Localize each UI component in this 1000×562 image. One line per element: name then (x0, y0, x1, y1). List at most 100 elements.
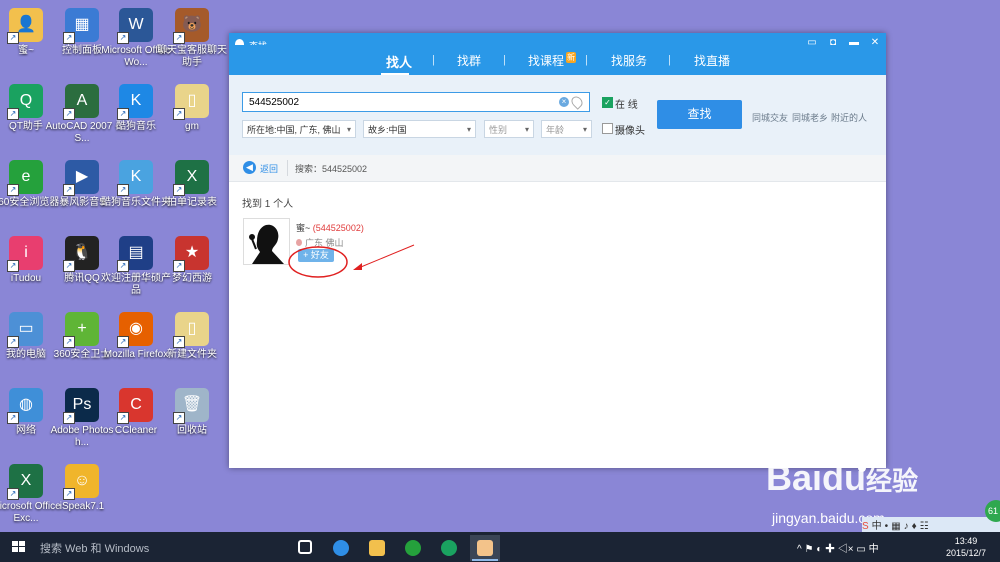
desktop-app-icon: + ↗ (63, 312, 99, 348)
result-nickname: 蜜~ (296, 223, 311, 233)
system-tray[interactable]: ^ ⚑ ◐ ✚ ◁× ▭ 中 (797, 540, 879, 555)
ime-settings-icon[interactable]: ☷ (920, 521, 929, 532)
hometown-dropdown[interactable]: 故乡:中国 ▾ (363, 120, 476, 138)
online-label: 在 线 (615, 100, 638, 111)
location-dropdown[interactable]: 所在地:中国, 广东, 佛山 ▾ (242, 120, 356, 138)
windows-start-icon[interactable] (12, 541, 26, 553)
shortcut-arrow-icon: ↗ (173, 336, 185, 348)
desktop-icon[interactable]: X ↗ 拍单记录表 (154, 160, 230, 209)
desktop-icon[interactable]: 🗑 ↗ 回收站 (154, 388, 230, 437)
new-badge: 新 (566, 52, 577, 63)
shortcut-arrow-icon: ↗ (173, 184, 185, 196)
search-crumb: 搜索：544525002 (295, 162, 367, 175)
tab-bar: 找人 | 找群 | 找课程新 | 找服务 | 找直播 (229, 45, 886, 75)
360-browser-icon[interactable] (398, 535, 428, 561)
camera-checkbox[interactable] (602, 123, 613, 134)
online-checkbox[interactable]: ✓ (602, 97, 613, 108)
shortcut-arrow-icon: ↗ (117, 108, 129, 120)
hometown-value: 故乡:中国 (368, 125, 407, 135)
desktop-app-icon: ▦ ↗ (63, 8, 99, 44)
ime-punct-icon[interactable]: • (885, 521, 889, 532)
desktop-icon[interactable]: ▯ ↗ gm (154, 84, 230, 133)
watermark-brand: Bai (766, 457, 823, 498)
chevron-down-icon: ▾ (582, 125, 587, 134)
link-nearby-people[interactable]: 附近的人 (831, 111, 867, 124)
desktop-icon-label: iSpeak7.1 (59, 501, 105, 512)
chevron-down-icon: ▾ (466, 125, 471, 134)
tab-find-people[interactable]: 找人 (386, 52, 412, 71)
ime-chinese-icon[interactable]: 中 (872, 521, 882, 532)
desktop-app-icon: 👤 ↗ (7, 8, 43, 44)
desktop-icon-label: 新建文件夹 (167, 349, 217, 360)
search-crumb-query: 544525002 (322, 164, 368, 174)
shortcut-arrow-icon: ↗ (7, 108, 19, 120)
shortcut-arrow-icon: ↗ (63, 336, 75, 348)
taskbar-search-input[interactable]: 搜索 Web 和 Windows (40, 540, 149, 556)
clear-icon[interactable]: × (559, 97, 569, 107)
desktop-icon[interactable]: 🐻 ↗ 聊天宝客服聊天助手 (154, 8, 230, 69)
desktop-app-icon: 🗑 ↗ (173, 388, 209, 424)
sogou-icon[interactable]: S (862, 521, 869, 532)
gender-dropdown[interactable]: 性别 ▾ (484, 120, 534, 138)
shortcut-arrow-icon: ↗ (173, 412, 185, 424)
clock[interactable]: 13:49 2015/12/7 (946, 535, 986, 559)
ime-keyboard-icon[interactable]: ▦ (891, 521, 900, 532)
baidu-watermark: Baidu经验 (766, 457, 918, 499)
ime-skin-icon[interactable]: ♪ (904, 521, 909, 532)
tab-separator: | (432, 54, 435, 66)
qt-assistant-icon[interactable] (434, 535, 464, 561)
gender-value: 性别 (489, 125, 508, 135)
shortcut-arrow-icon: ↗ (117, 32, 129, 44)
watermark-suffix: 经验 (866, 466, 919, 496)
desktop-app-icon: K ↗ (117, 84, 153, 120)
search-button[interactable]: 查找 (657, 100, 742, 129)
ime-shirt-icon[interactable]: ♦ (912, 521, 917, 532)
annotation-arrow (355, 244, 415, 270)
gender-icon (296, 239, 302, 246)
search-input[interactable] (242, 92, 590, 112)
search-crumb-label: 搜索： (295, 164, 323, 174)
desktop-icon[interactable]: ☺ ↗ iSpeak7.1 (44, 464, 120, 513)
age-dropdown[interactable]: 年龄 ▾ (541, 120, 592, 138)
shortcut-arrow-icon: ↗ (63, 108, 75, 120)
tab-find-course[interactable]: 找课程新 (528, 52, 577, 69)
desktop-app-icon: ▯ ↗ (173, 312, 209, 348)
tab-find-service[interactable]: 找服务 (611, 52, 647, 69)
chevron-down-icon: ▾ (346, 125, 351, 134)
shortcut-arrow-icon: ↗ (117, 184, 129, 196)
desktop-icon-label: 聊天宝客服聊天助手 (157, 45, 227, 68)
desktop-icon[interactable]: ★ ↗ 梦幻西游 (154, 236, 230, 285)
add-friend-button[interactable]: + 好友 (298, 249, 334, 262)
desktop-icon[interactable]: ▯ ↗ 新建文件夹 (154, 312, 230, 361)
shortcut-arrow-icon: ↗ (63, 260, 75, 272)
back-arrow-icon[interactable]: ◀ (243, 161, 256, 174)
edge-icon[interactable] (326, 535, 356, 561)
tab-find-group[interactable]: 找群 (457, 52, 481, 69)
desktop-icon-label: gm (185, 121, 199, 132)
tab-find-live[interactable]: 找直播 (694, 52, 730, 69)
qq-find-taskbar-icon[interactable] (470, 535, 500, 561)
desktop-app-icon: A ↗ (63, 84, 99, 120)
watermark-brand-du: du (822, 457, 867, 498)
link-fellow-townsmen[interactable]: 同城老乡 (792, 111, 828, 124)
ime-toolbar[interactable]: S 中 • ▦ ♪ ♦ ☷ (862, 517, 1000, 533)
shortcut-arrow-icon: ↗ (63, 184, 75, 196)
file-explorer-icon[interactable] (362, 535, 392, 561)
tab-separator: | (503, 54, 506, 66)
shortcut-arrow-icon: ↗ (117, 260, 129, 272)
avatar[interactable] (243, 218, 290, 265)
camera-label: 摄像头 (615, 126, 645, 137)
float-ball[interactable]: 61 (985, 500, 1000, 522)
desktop-app-icon: ▯ ↗ (173, 84, 209, 120)
result-name[interactable]: 蜜~ (544525002) (296, 221, 364, 234)
desktop-app-icon: 🐻 ↗ (173, 8, 209, 44)
shortcut-arrow-icon: ↗ (7, 412, 19, 424)
link-local-friends[interactable]: 同城交友 (752, 111, 788, 124)
desktop-app-icon: ☺ ↗ (63, 464, 99, 500)
task-view-icon[interactable] (290, 535, 320, 561)
shortcut-arrow-icon: ↗ (173, 32, 185, 44)
desktop-app-icon: C ↗ (117, 388, 153, 424)
clock-time: 13:49 (954, 536, 978, 546)
shortcut-arrow-icon: ↗ (117, 336, 129, 348)
back-link[interactable]: 返回 (260, 162, 278, 175)
